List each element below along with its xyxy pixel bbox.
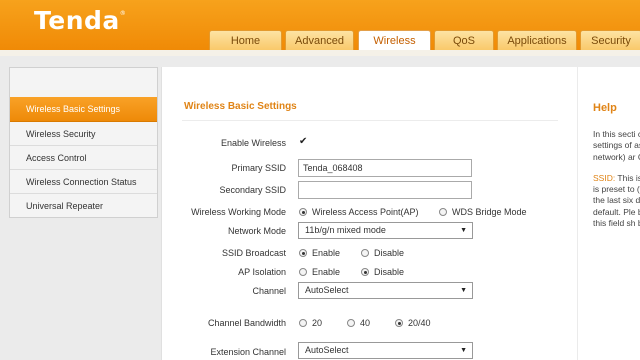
working-mode-wds-option[interactable]: WDS Bridge Mode (439, 207, 527, 217)
select-value: AutoSelect (305, 285, 349, 295)
tab-advanced[interactable]: Advanced (285, 30, 354, 50)
ap-isolation-label: AP Isolation (238, 267, 286, 277)
chevron-down-icon: ▼ (460, 227, 467, 234)
network-mode-select[interactable]: 11b/g/n mixed mode ▼ (298, 222, 473, 239)
option-label: Wireless Access Point(AP) (312, 207, 419, 217)
channel-bandwidth-label: Channel Bandwidth (207, 318, 286, 328)
bandwidth-40-option[interactable]: 40 (347, 318, 370, 328)
bandwidth-20-40-option[interactable]: 20/40 (395, 318, 431, 328)
chevron-down-icon: ▼ (460, 287, 467, 294)
sidebar-item-access-control[interactable]: Access Control (10, 146, 157, 170)
option-label: 20 (312, 318, 323, 328)
radio-selected-icon (395, 319, 403, 327)
help-title: Help (593, 102, 617, 114)
primary-ssid-label: Primary SSID (231, 163, 286, 173)
secondary-ssid-label: Secondary SSID (219, 185, 286, 195)
ssid-broadcast-enable-option[interactable]: Enable (299, 248, 340, 258)
option-label: 20/40 (408, 318, 431, 328)
ap-isolation-enable-option[interactable]: Enable (299, 267, 340, 277)
section-title: Wireless Basic Settings (184, 101, 297, 112)
sidebar-item-wireless-security[interactable]: Wireless Security (10, 122, 157, 146)
main-panel: Wireless Basic Settings Enable Wireless … (161, 67, 577, 360)
top-header: Tenda® Home Advanced Wireless QoS Applic… (0, 0, 640, 51)
registered-mark: ® (119, 10, 127, 17)
chevron-down-icon: ▼ (460, 347, 467, 354)
option-label: Disable (374, 248, 405, 258)
enable-wireless-label: Enable Wireless (220, 138, 286, 148)
sidebar-item-label: Access Control (26, 153, 87, 163)
working-mode-ap-option[interactable]: Wireless Access Point(AP) (299, 207, 419, 217)
network-mode-label: Network Mode (227, 226, 286, 236)
sidebar-item-label: Universal Repeater (26, 201, 104, 211)
option-label: Enable (312, 267, 341, 277)
ssid-broadcast-label: SSID Broadcast (221, 248, 286, 258)
ssid-broadcast-disable-option[interactable]: Disable (361, 248, 404, 258)
radio-icon (347, 319, 355, 327)
select-value: 11b/g/n mixed mode (305, 225, 386, 235)
radio-icon (439, 208, 447, 216)
tab-qos[interactable]: QoS (434, 30, 494, 50)
radio-selected-icon (299, 208, 307, 216)
radio-icon (361, 249, 369, 257)
tenda-logo[interactable]: Tenda® (34, 6, 126, 35)
working-mode-label: Wireless Working Mode (191, 207, 286, 217)
extension-channel-select[interactable]: AutoSelect ▼ (298, 342, 473, 359)
sidebar-item-wireless-basic-settings-active[interactable]: Wireless Basic Settings (10, 97, 157, 122)
sidebar-item-universal-repeater[interactable]: Universal Repeater (10, 194, 157, 218)
radio-selected-icon (361, 268, 369, 276)
tab-security[interactable]: Security (580, 30, 640, 50)
section-divider (182, 120, 558, 121)
option-label: Disable (374, 267, 405, 277)
sidebar-item-label: Wireless Basic Settings (26, 104, 121, 114)
option-label: Enable (312, 248, 341, 258)
radio-icon (299, 268, 307, 276)
radio-selected-icon (299, 249, 307, 257)
channel-label: Channel (252, 286, 286, 296)
bandwidth-20-option[interactable]: 20 (299, 318, 322, 328)
radio-icon (299, 319, 307, 327)
help-panel: Help In this secti configure th settings… (578, 67, 640, 360)
help-paragraph: In this secti configure th settings of a… (593, 129, 640, 162)
select-value: AutoSelect (305, 345, 349, 355)
option-label: 40 (360, 318, 371, 328)
sidebar-item-wireless-connection-status[interactable]: Wireless Connection Status (10, 170, 157, 194)
tab-wireless[interactable]: Wireless (358, 30, 431, 51)
primary-ssid-input[interactable]: Tenda_068408 (298, 159, 472, 177)
ap-isolation-disable-option[interactable]: Disable (361, 267, 404, 277)
help-ssid-term: SSID: (593, 172, 616, 183)
tab-applications[interactable]: Applications (497, 30, 577, 50)
sidebar-item-label: Wireless Connection Status (26, 177, 137, 187)
sidebar-item-label: Wireless Security (26, 129, 96, 139)
help-text: In this secti configure th settings of a… (593, 129, 640, 239)
extension-channel-label: Extension Channel (210, 347, 286, 357)
nav-underline-strip (0, 50, 640, 56)
logo-text: Tenda (34, 6, 120, 35)
option-label: WDS Bridge Mode (452, 207, 527, 217)
help-ssid-paragraph: SSID: This is of your wire is preset to … (593, 173, 640, 229)
sidebar: Wireless Basic Settings Wireless Basic S… (9, 67, 158, 218)
tab-home[interactable]: Home (209, 30, 282, 50)
channel-select[interactable]: AutoSelect ▼ (298, 282, 473, 299)
secondary-ssid-input[interactable] (298, 181, 472, 199)
enable-wireless-checkbox[interactable]: ✔ (299, 137, 307, 147)
